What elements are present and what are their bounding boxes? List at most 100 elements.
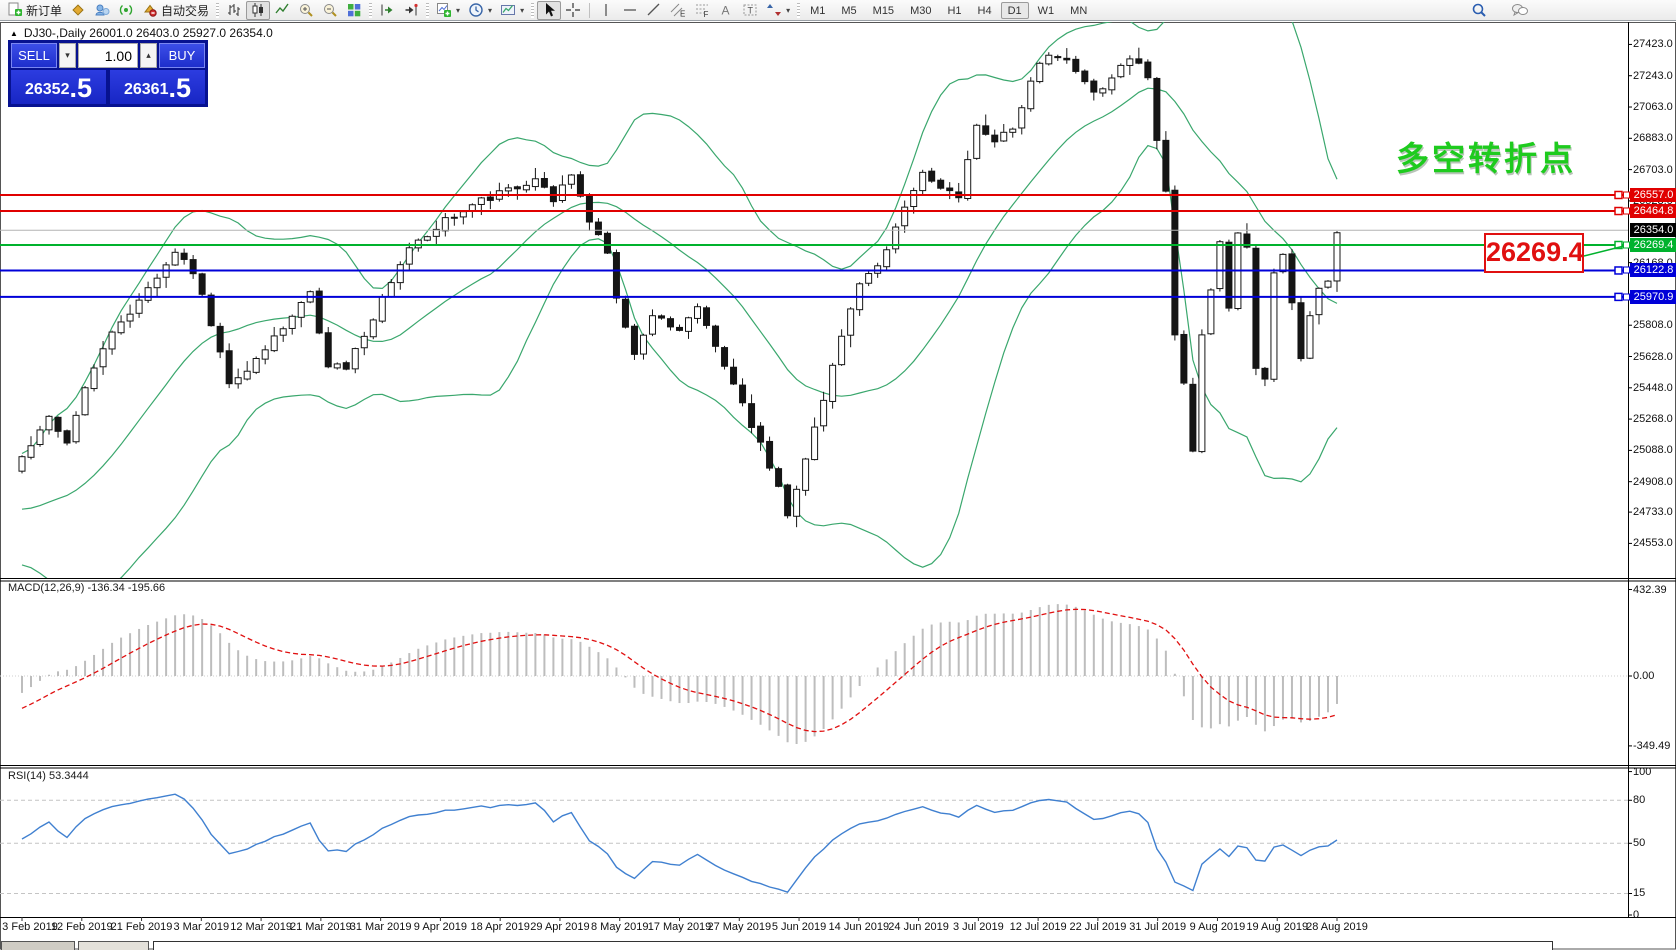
autotrade-button[interactable]: 自动交易 [138, 1, 213, 20]
vertical-line-button[interactable] [594, 1, 618, 20]
timeframe-H1[interactable]: H1 [940, 2, 968, 19]
arrows-button[interactable]: ▾ [762, 1, 794, 20]
fibo-glyph: F [704, 10, 709, 18]
timeframe-MN[interactable]: MN [1063, 2, 1094, 19]
candlestick-button[interactable] [246, 1, 270, 20]
fibonacci-icon: F [694, 2, 710, 18]
auto-scroll-icon [379, 2, 395, 18]
chart-shift-button[interactable] [399, 1, 423, 20]
search-button[interactable] [1467, 1, 1491, 20]
chart-shift-icon [403, 2, 419, 18]
text-button[interactable]: A [714, 1, 738, 20]
community-button[interactable] [90, 1, 114, 20]
sell-button[interactable]: SELL [11, 43, 57, 68]
dropdown-caret: ▾ [520, 6, 524, 15]
text-label-icon: T [742, 2, 758, 18]
window-tab[interactable] [78, 941, 149, 950]
window-tab-bar [0, 941, 1676, 950]
signals-icon [118, 2, 134, 18]
toolbar-grip [531, 3, 534, 18]
zoom-out-icon [322, 2, 338, 18]
tile-windows-icon [346, 2, 362, 18]
crosshair-icon [565, 2, 581, 18]
templates-button[interactable]: ▾ [496, 1, 528, 20]
buy-button[interactable]: BUY [159, 43, 205, 68]
toolbar-grip [426, 3, 429, 18]
search-icon [1471, 2, 1487, 18]
indicators-button[interactable]: ▾ [432, 1, 464, 20]
arrows-icon [766, 2, 782, 18]
one-click-trade-panel: SELL ▾ ▴ BUY 26352.5 26361.5 [8, 40, 208, 107]
bar-chart-icon [226, 2, 242, 18]
timeframe-W1[interactable]: W1 [1031, 2, 1062, 19]
zoom-in-icon [298, 2, 314, 18]
metaeditor-button[interactable] [66, 1, 90, 20]
timeframe-D1[interactable]: D1 [1001, 2, 1029, 19]
text-icon: A [718, 2, 734, 18]
channel-icon: E [670, 2, 686, 18]
dropdown-caret: ▾ [488, 6, 492, 15]
text-label-button[interactable]: T [738, 1, 762, 20]
sell-price-frac: .5 [69, 75, 92, 102]
volume-input[interactable] [78, 43, 138, 68]
zoom-out-button[interactable] [318, 1, 342, 20]
line-chart-icon [274, 2, 290, 18]
window-tab[interactable] [153, 941, 1553, 950]
candlestick-icon [250, 2, 266, 18]
trendline-icon [646, 2, 662, 18]
horizontal-line-button[interactable] [618, 1, 642, 20]
text-glyph: A [722, 4, 730, 18]
autotrade-label: 自动交易 [161, 2, 209, 19]
cursor-icon [541, 2, 557, 18]
timeframe-M15[interactable]: M15 [866, 2, 901, 19]
sell-price-int: 26352 [25, 78, 70, 102]
buy-price-int: 26361 [124, 78, 169, 102]
autotrade-icon [142, 2, 158, 18]
periods-button[interactable]: ▾ [464, 1, 496, 20]
line-chart-button[interactable] [270, 1, 294, 20]
indicators-icon [436, 2, 452, 18]
volume-down-button[interactable]: ▾ [59, 43, 76, 68]
cursor-button[interactable] [537, 1, 561, 20]
zoom-in-button[interactable] [294, 1, 318, 20]
horizontal-line-icon [622, 2, 638, 18]
vertical-line-icon [598, 2, 614, 18]
tile-windows-button[interactable] [342, 1, 366, 20]
community-icon [94, 2, 110, 18]
timeframe-M30[interactable]: M30 [903, 2, 938, 19]
crosshair-button[interactable] [561, 1, 585, 20]
fibonacci-button[interactable]: F [690, 1, 714, 20]
chat-button[interactable] [1507, 1, 1533, 20]
toolbar-separator [589, 3, 590, 18]
timeframe-bar: M1M5M15M30H1H4D1W1MN [803, 2, 1094, 19]
chat-icon [1511, 2, 1529, 18]
buy-price-frac: .5 [168, 75, 191, 102]
channel-glyph: E [680, 10, 685, 19]
timeframe-M1[interactable]: M1 [803, 2, 832, 19]
toolbar-grip [369, 3, 372, 18]
buy-price[interactable]: 26361.5 [110, 70, 205, 104]
new-order-label: 新订单 [26, 2, 62, 19]
toolbar: 新订单 自动交易 ▾ ▾ ▾ E F A T ▾ M1M5M15M30H1H4D… [0, 0, 1676, 21]
chart-canvas[interactable] [0, 0, 1676, 950]
sell-price[interactable]: 26352.5 [11, 70, 106, 104]
new-order-icon [7, 2, 23, 18]
periods-clock-icon [468, 2, 484, 18]
volume-up-button[interactable]: ▴ [140, 43, 157, 68]
toolbar-grip [797, 3, 800, 18]
timeframe-H4[interactable]: H4 [971, 2, 999, 19]
metaeditor-icon [70, 2, 86, 18]
toolbar-grip [216, 3, 219, 18]
trendline-button[interactable] [642, 1, 666, 20]
channel-button[interactable]: E [666, 1, 690, 20]
new-order-button[interactable]: 新订单 [3, 1, 66, 20]
timeframe-M5[interactable]: M5 [834, 2, 863, 19]
dropdown-caret: ▾ [456, 6, 460, 15]
bar-chart-button[interactable] [222, 1, 246, 20]
label-glyph: T [748, 6, 754, 16]
window-tab[interactable] [1, 941, 75, 950]
dropdown-caret: ▾ [786, 6, 790, 15]
auto-scroll-button[interactable] [375, 1, 399, 20]
signals-button[interactable] [114, 1, 138, 20]
templates-icon [500, 2, 516, 18]
